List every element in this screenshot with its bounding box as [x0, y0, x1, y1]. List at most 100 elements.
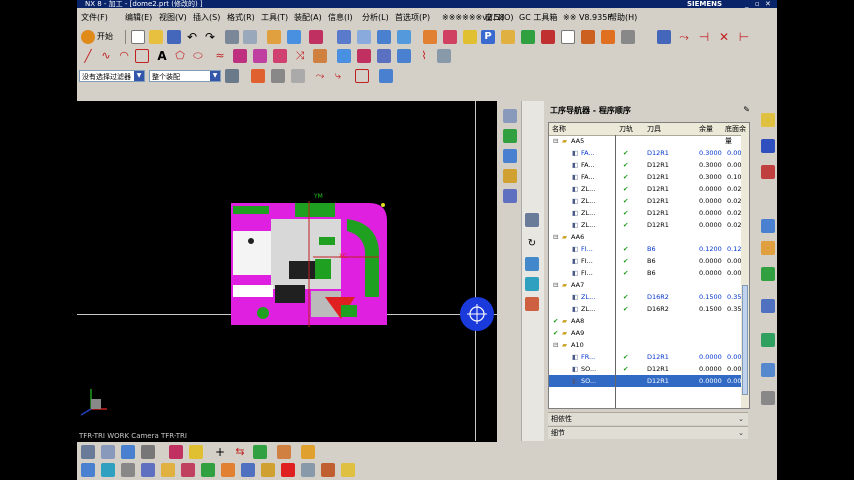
- menu-gc-toolbox[interactable]: GC 工具箱: [519, 9, 557, 26]
- resource-tab-icon[interactable]: [761, 299, 775, 313]
- resource-tab-icon[interactable]: [761, 113, 775, 127]
- quick-pick-icon[interactable]: [379, 69, 393, 83]
- new-file-icon[interactable]: [131, 30, 145, 44]
- analysis-icon[interactable]: [657, 30, 671, 44]
- cube-view-icon[interactable]: [287, 30, 301, 44]
- clip-icon[interactable]: [101, 445, 115, 459]
- tree-row[interactable]: ✔ ▰ AA9: [549, 327, 749, 339]
- menu-view[interactable]: 视图(V): [159, 9, 187, 26]
- bottom-tool-icon[interactable]: [321, 463, 335, 477]
- cloud-icon[interactable]: [621, 30, 635, 44]
- cut-icon[interactable]: [225, 30, 239, 44]
- bottom-tool-icon[interactable]: [141, 463, 155, 477]
- p-tool-icon[interactable]: P: [481, 30, 495, 44]
- copy-icon[interactable]: [243, 30, 257, 44]
- offset-curve-icon[interactable]: ≈: [213, 49, 227, 63]
- verify-icon[interactable]: [525, 257, 539, 271]
- menu-window[interactable]: 窗口(O): [485, 9, 514, 26]
- ellipse-icon[interactable]: ⬭: [191, 49, 205, 63]
- tree-row[interactable]: ◧ FI... ✔ B6 0.0000 0.000: [549, 255, 749, 267]
- tree-row[interactable]: ✔ ▰ AA8: [549, 315, 749, 327]
- extrude-icon[interactable]: [337, 49, 351, 63]
- layer-icon[interactable]: [463, 30, 477, 44]
- text-icon[interactable]: A: [155, 49, 169, 63]
- tree-row[interactable]: ◧ FI... ✔ B6 0.1200 0.120: [549, 243, 749, 255]
- menu-assembly[interactable]: 装配(A): [294, 9, 322, 26]
- project-curve-icon[interactable]: [233, 49, 247, 63]
- graphics-viewport[interactable]: YM XC: [77, 101, 497, 441]
- wave-icon[interactable]: ⌇: [417, 49, 431, 63]
- shop-doc-icon[interactable]: [525, 297, 539, 311]
- start-button-label[interactable]: 开始: [97, 31, 113, 42]
- navigator-tree[interactable]: 名称 刀轨 刀具 余量 底面余量 ⊟ ▰ AA5 ◧ FA... ✔ D12R1 0.3000…: [548, 122, 750, 409]
- tree-row[interactable]: ◧ ZL... ✔ D16R2 0.1500 0.350: [549, 303, 749, 315]
- bottom-tool-icon[interactable]: [101, 463, 115, 477]
- rectangle-select-icon[interactable]: [355, 69, 369, 83]
- tool-icon[interactable]: [561, 30, 575, 44]
- tree-row[interactable]: ◧ FA... ✔ D12R1 0.3000 0.100: [549, 171, 749, 183]
- machine-icon[interactable]: [581, 30, 595, 44]
- tree-row[interactable]: ◧ FA... ✔ D12R1 0.3000 0.000: [549, 147, 749, 159]
- tree-row[interactable]: ◧ SO... ✔ D12R1 0.0000 0.000: [549, 363, 749, 375]
- resource-tab-icon[interactable]: [761, 333, 775, 347]
- fit-view-icon[interactable]: [337, 30, 351, 44]
- curve-icon[interactable]: ⤳: [677, 30, 691, 44]
- type-filter-dropdown[interactable]: 没有选择过滤器 ▼: [79, 70, 145, 82]
- bottom-tool-icon[interactable]: [221, 463, 235, 477]
- part-model[interactable]: [229, 201, 389, 327]
- layer-settings-icon[interactable]: [277, 445, 291, 459]
- edit-object-icon[interactable]: [267, 30, 281, 44]
- bottom-tool-icon[interactable]: [181, 463, 195, 477]
- rectangle-icon[interactable]: [135, 49, 149, 63]
- bottom-tool-icon[interactable]: [161, 463, 175, 477]
- isometric-icon[interactable]: [397, 30, 411, 44]
- resource-tab-icon[interactable]: [761, 165, 775, 179]
- column-tool[interactable]: 刀具: [647, 123, 661, 135]
- resource-tab-icon[interactable]: [761, 363, 775, 377]
- wcs-origin-icon[interactable]: [459, 296, 495, 332]
- line-icon[interactable]: ╱: [81, 49, 95, 63]
- wireframe-icon[interactable]: [443, 30, 457, 44]
- resource-tab-icon[interactable]: [761, 391, 775, 405]
- bottom-tool-icon[interactable]: [241, 463, 255, 477]
- post-process-icon[interactable]: [525, 277, 539, 291]
- column-name[interactable]: 名称: [552, 123, 566, 135]
- bottom-tool-icon[interactable]: [201, 463, 215, 477]
- menu-insert[interactable]: 插入(S): [193, 9, 220, 26]
- menu-analysis[interactable]: 分析(L): [362, 9, 389, 26]
- arc-icon[interactable]: ◠: [117, 49, 131, 63]
- tree-row[interactable]: ⊟ ▰ AA6: [549, 231, 749, 243]
- menu-edit[interactable]: 编辑(E): [125, 9, 152, 26]
- start-icon[interactable]: [81, 30, 95, 44]
- print-icon[interactable]: [141, 445, 155, 459]
- wcs-icon[interactable]: [253, 445, 267, 459]
- tree-row[interactable]: ◧ SO... D12R1 0.0000 0.000: [549, 375, 749, 387]
- tree-scrollbar[interactable]: [741, 135, 749, 408]
- column-stock[interactable]: 余量: [699, 123, 713, 135]
- menu-format[interactable]: 格式(R): [227, 9, 255, 26]
- tree-row[interactable]: ◧ ZL... ✔ D12R1 0.0000 0.020: [549, 219, 749, 231]
- bottom-tool-icon[interactable]: [341, 463, 355, 477]
- resource-tab-icon[interactable]: [761, 219, 775, 233]
- snap-point-icon[interactable]: [251, 69, 265, 83]
- collapse-icon[interactable]: ⊟: [553, 135, 558, 147]
- cross-icon[interactable]: ✕: [717, 30, 731, 44]
- filter-settings-icon[interactable]: [225, 69, 239, 83]
- folder-tool-icon[interactable]: [501, 30, 515, 44]
- curve-tool-icon[interactable]: [313, 49, 327, 63]
- dependencies-section[interactable]: 相依性 ⌄: [548, 412, 748, 425]
- tree-row[interactable]: ◧ FR... ✔ D12R1 0.0000 0.000: [549, 351, 749, 363]
- tree-row[interactable]: ◧ ZL... ✔ D12R1 0.0000 0.020: [549, 207, 749, 219]
- collapse-icon[interactable]: ⊟: [553, 231, 558, 243]
- resource-tab-icon[interactable]: [761, 241, 775, 255]
- select-face-icon[interactable]: [271, 69, 285, 83]
- generate-toolpath-icon[interactable]: [525, 213, 539, 227]
- resource-tab-icon[interactable]: [761, 267, 775, 281]
- tree-row[interactable]: ⊟ ▰ AA5: [549, 135, 749, 147]
- program-order-icon[interactable]: [503, 109, 517, 123]
- polygon-icon[interactable]: ⬠: [173, 49, 187, 63]
- menu-help[interactable]: 帮助(H): [609, 9, 637, 26]
- menu-file[interactable]: 文件(F): [81, 9, 108, 26]
- rotate-view-icon[interactable]: [377, 30, 391, 44]
- add-icon[interactable]: +: [213, 445, 227, 459]
